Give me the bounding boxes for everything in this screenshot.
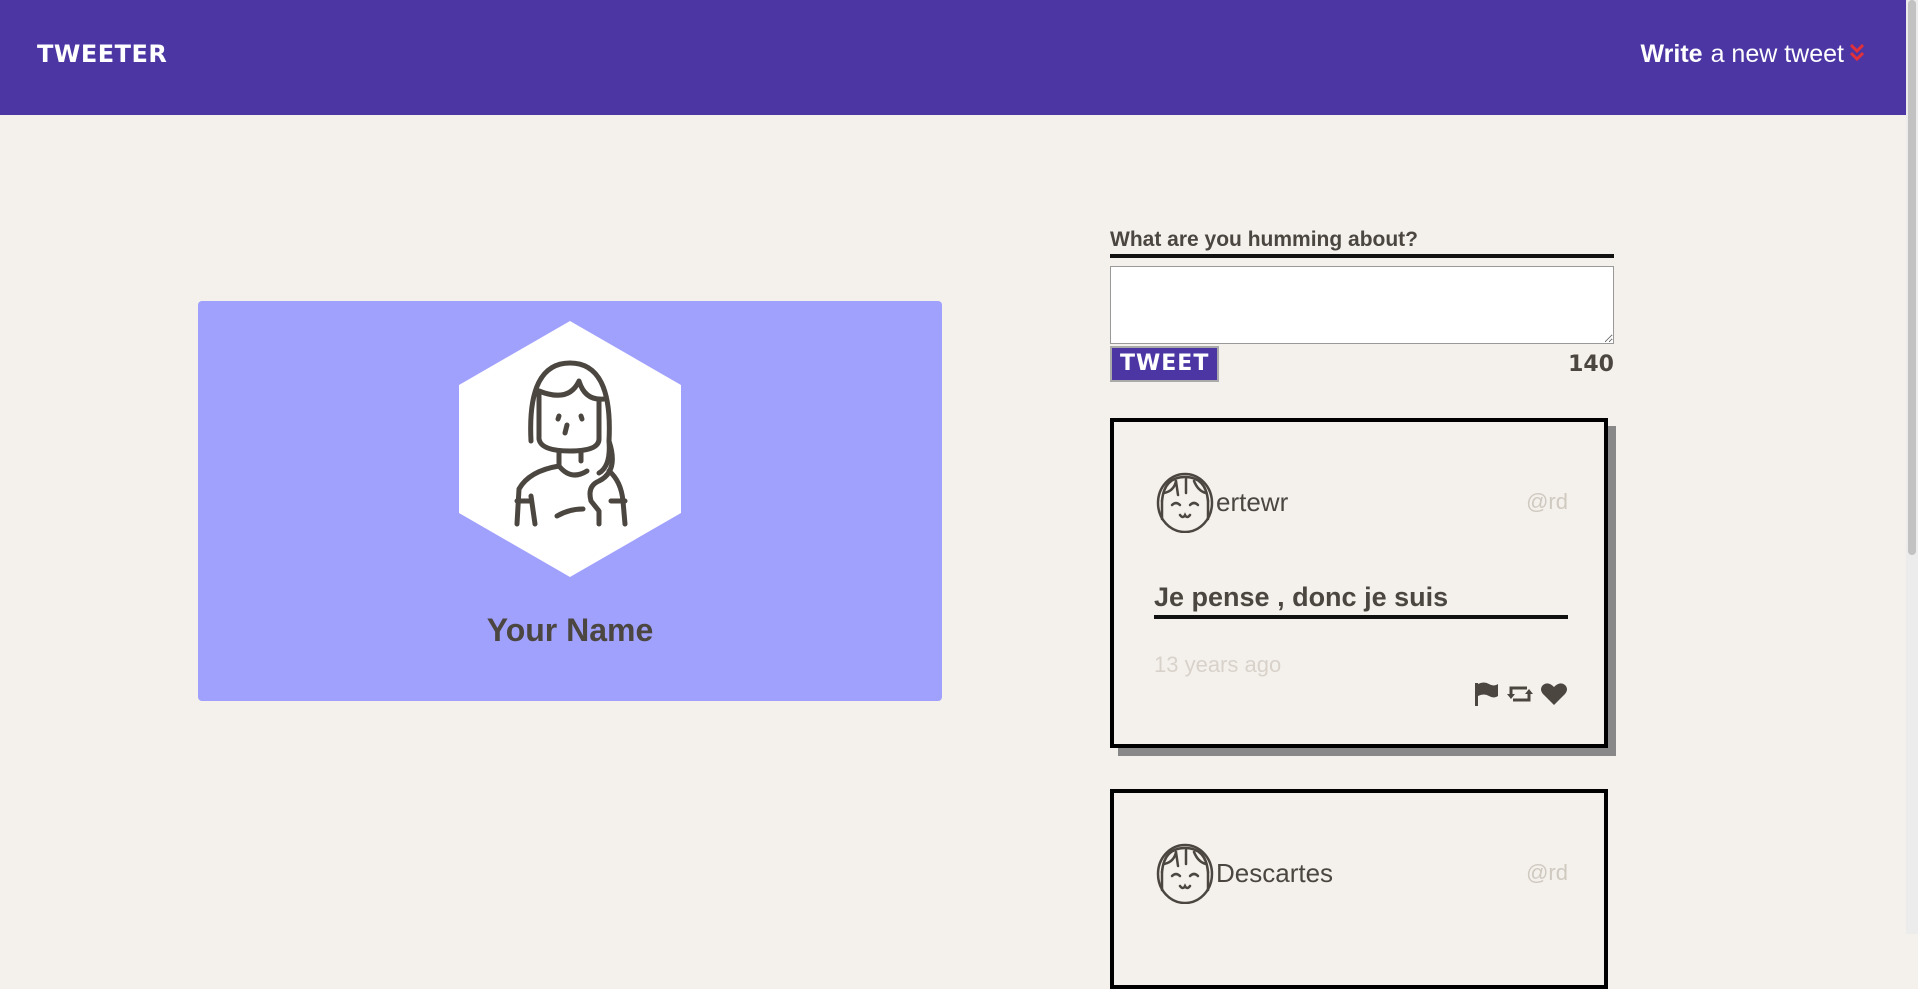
tweet-author-handle: @rd [1526, 860, 1568, 885]
compose-form: What are you humming about? TWEET 140 [1110, 228, 1614, 382]
profile-name: Your Name [486, 612, 654, 648]
scrollbar-thumb[interactable] [1908, 0, 1916, 555]
retweet-icon[interactable] [1506, 680, 1534, 708]
profile-card: Your Name [198, 301, 942, 701]
tweet-author-name[interactable]: Descartes [1216, 858, 1333, 889]
heart-icon[interactable] [1540, 680, 1568, 708]
tweet-author-handle: @rd [1526, 489, 1568, 514]
tweet-card: Descartes @rd [1110, 789, 1608, 989]
flag-icon[interactable] [1472, 680, 1500, 708]
tweet-content: Je pense , donc je suis [1154, 582, 1568, 619]
tweet-card: ertewr @rd Je pense , donc je suis 13 ye… [1110, 418, 1608, 748]
write-new-tweet-toggle[interactable]: Write a new tweet [1640, 40, 1865, 69]
tweet-textarea[interactable] [1110, 266, 1614, 344]
write-label-rest: a new tweet [1710, 40, 1844, 68]
girl-avatar-icon [1156, 471, 1214, 534]
app-logo[interactable]: TWEETER [37, 40, 167, 68]
compose-actions: TWEET 140 [1110, 346, 1614, 382]
character-counter: 140 [1568, 351, 1614, 377]
tweet-header: Descartes @rd [1156, 842, 1568, 905]
tweet-header: ertewr @rd [1156, 471, 1568, 534]
write-label-bold: Write [1640, 40, 1703, 68]
woman-avatar-icon [459, 321, 681, 577]
tweet-author-name[interactable]: ertewr [1216, 487, 1288, 518]
page-scrollbar[interactable] [1906, 0, 1918, 934]
tweet-actions [1472, 680, 1568, 708]
top-nav: TWEETER Write a new tweet [0, 0, 1906, 115]
tweet-timestamp: 13 years ago [1154, 652, 1282, 677]
girl-avatar-icon [1156, 842, 1214, 905]
compose-label: What are you humming about? [1110, 228, 1614, 258]
tweet-button[interactable]: TWEET [1110, 346, 1220, 382]
double-chevron-down-icon [1849, 43, 1865, 65]
